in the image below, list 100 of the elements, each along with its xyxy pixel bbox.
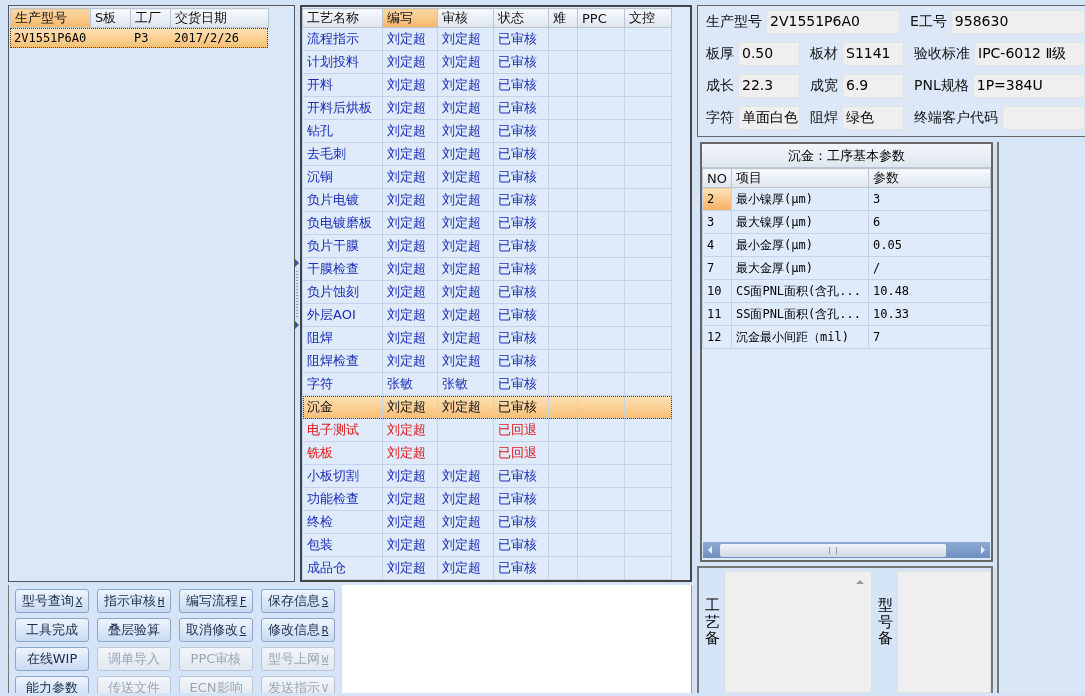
table-row[interactable]: 成品仓 刘定超 刘定超 已审核 bbox=[302, 556, 672, 580]
row-number[interactable]: 4 bbox=[702, 233, 732, 257]
table-row[interactable]: 开料 刘定超 刘定超 已审核 bbox=[302, 73, 672, 97]
input-field[interactable]: 单面白色 bbox=[738, 106, 800, 130]
field-label: 阻焊 bbox=[810, 109, 838, 127]
table-cell: 刘定超 bbox=[382, 96, 438, 120]
column-header[interactable]: 工厂 bbox=[130, 8, 171, 28]
table-cell: 刘定超 bbox=[437, 395, 494, 419]
input-field[interactable]: 22.3 bbox=[738, 74, 800, 98]
table-cell: 已回退 bbox=[493, 441, 549, 465]
table-row[interactable]: 负电镀磨板 刘定超 刘定超 已审核 bbox=[302, 211, 672, 235]
table-row[interactable]: 负片干膜 刘定超 刘定超 已审核 bbox=[302, 234, 672, 258]
table-cell: 刘定超 bbox=[437, 96, 494, 120]
column-header[interactable]: 生产型号 bbox=[10, 8, 91, 28]
table-cell: 刘定超 bbox=[437, 188, 494, 212]
table-cell: 刘定超 bbox=[382, 211, 438, 235]
table-cell: 干膜检查 bbox=[302, 257, 383, 281]
column-header[interactable]: PPC bbox=[577, 8, 625, 28]
column-header[interactable]: 难 bbox=[548, 8, 578, 28]
column-header[interactable]: 审核 bbox=[437, 8, 494, 28]
table-cell: 3 bbox=[868, 187, 991, 211]
splitter-grip-icon[interactable] bbox=[295, 258, 300, 329]
input-field[interactable]: IPC-6012 Ⅱ级 bbox=[974, 42, 1085, 66]
table-row[interactable]: 流程指示 刘定超 刘定超 已审核 bbox=[302, 27, 672, 51]
field-label: 生产型号 bbox=[706, 13, 762, 31]
column-header[interactable]: 项目 bbox=[731, 168, 869, 188]
table-row[interactable]: 去毛刺 刘定超 刘定超 已审核 bbox=[302, 142, 672, 166]
table-cell: 已审核 bbox=[493, 211, 549, 235]
input-field[interactable]: 6.9 bbox=[842, 74, 904, 98]
table-row[interactable]: 外层AOI 刘定超 刘定超 已审核 bbox=[302, 303, 672, 327]
table-cell: 已审核 bbox=[493, 303, 549, 327]
table-cell: 刘定超 bbox=[382, 326, 438, 350]
table-cell: 刘定超 bbox=[437, 119, 494, 143]
table-cell: 刘定超 bbox=[382, 73, 438, 97]
field-label: 成宽 bbox=[810, 77, 838, 95]
action-button[interactable]: 编写流程 F bbox=[179, 589, 253, 613]
column-header[interactable]: NO bbox=[702, 168, 732, 188]
remarks-field[interactable] bbox=[897, 571, 991, 693]
action-button[interactable]: 保存信息S bbox=[261, 589, 335, 613]
table-row[interactable]: 铣板 刘定超 已回退 bbox=[302, 441, 672, 465]
table-row[interactable]: 计划投料 刘定超 刘定超 已审核 bbox=[302, 50, 672, 74]
table-cell: 刘定超 bbox=[437, 27, 494, 51]
action-button[interactable]: 叠层验算 bbox=[97, 618, 171, 642]
table-cell: 已审核 bbox=[493, 50, 549, 74]
field-label: 验收标准 bbox=[914, 45, 970, 63]
input-field[interactable]: 958630 bbox=[950, 10, 1085, 34]
table-row[interactable]: 负片电镀 刘定超 刘定超 已审核 bbox=[302, 188, 672, 212]
remarks-label: 型号备 bbox=[878, 595, 893, 647]
row-number[interactable]: 2 bbox=[702, 187, 732, 211]
table-row[interactable]: 阻焊 刘定超 刘定超 已审核 bbox=[302, 326, 672, 350]
row-number[interactable]: 12 bbox=[702, 325, 732, 349]
table-cell: 刘定超 bbox=[382, 395, 438, 419]
input-field[interactable]: S1141 bbox=[842, 42, 904, 66]
column-header[interactable]: 编写 bbox=[382, 8, 438, 28]
table-cell: 刘定超 bbox=[382, 510, 438, 534]
table-row[interactable]: 包装 刘定超 刘定超 已审核 bbox=[302, 533, 672, 557]
action-button[interactable]: 在线WIP bbox=[15, 647, 89, 671]
action-button[interactable]: 工具完成 bbox=[15, 618, 89, 642]
action-button[interactable]: 指示审核 H bbox=[97, 589, 171, 613]
horizontal-scrollbar[interactable] bbox=[703, 542, 990, 558]
action-button[interactable]: 型号查询 X bbox=[15, 589, 89, 613]
row-number[interactable]: 3 bbox=[702, 210, 732, 234]
table-row[interactable]: 2V1551P6A0 P3 2017/2/26 bbox=[10, 28, 268, 48]
table-cell: 已审核 bbox=[493, 142, 549, 166]
column-header[interactable]: S板 bbox=[90, 8, 131, 28]
column-header[interactable]: 状态 bbox=[493, 8, 549, 28]
input-field[interactable]: 1P=384U bbox=[972, 74, 1085, 98]
table-cell: 刘定超 bbox=[382, 280, 438, 304]
row-number[interactable]: 10 bbox=[702, 279, 732, 303]
row-number[interactable]: 11 bbox=[702, 302, 732, 326]
action-button[interactable]: 修改信息R bbox=[261, 618, 335, 642]
table-cell: 刘定超 bbox=[437, 73, 494, 97]
table-row[interactable]: 终检 刘定超 刘定超 已审核 bbox=[302, 510, 672, 534]
row-number[interactable]: 7 bbox=[702, 256, 732, 280]
table-row[interactable]: 小板切割 刘定超 刘定超 已审核 bbox=[302, 464, 672, 488]
column-header[interactable]: 文控 bbox=[624, 8, 672, 28]
input-field[interactable]: 0.50 bbox=[738, 42, 800, 66]
table-row[interactable]: 字符 张敏 张敏 已审核 bbox=[302, 372, 672, 396]
table-row[interactable]: 电子测试 刘定超 已回退 bbox=[302, 418, 672, 442]
table-row[interactable]: 沉铜 刘定超 刘定超 已审核 bbox=[302, 165, 672, 189]
table-cell: 已审核 bbox=[493, 349, 549, 373]
input-field[interactable]: 绿色 bbox=[842, 106, 904, 130]
table-row[interactable]: 沉金 刘定超 刘定超 已审核 bbox=[302, 395, 672, 419]
remarks-field[interactable] bbox=[724, 571, 872, 693]
table-row[interactable]: 干膜检查 刘定超 刘定超 已审核 bbox=[302, 257, 672, 281]
table-cell: / bbox=[868, 256, 991, 280]
table-cell: 沉铜 bbox=[302, 165, 383, 189]
column-header[interactable]: 工艺名称 bbox=[302, 8, 383, 28]
table-row[interactable]: 开料后烘板 刘定超 刘定超 已审核 bbox=[302, 96, 672, 120]
action-button[interactable]: 取消修改 C bbox=[179, 618, 253, 642]
table-cell: 已审核 bbox=[493, 73, 549, 97]
table-row[interactable]: 阻焊检查 刘定超 刘定超 已审核 bbox=[302, 349, 672, 373]
table-cell: 已审核 bbox=[493, 487, 549, 511]
table-row[interactable]: 功能检查 刘定超 刘定超 已审核 bbox=[302, 487, 672, 511]
table-row[interactable]: 负片蚀刻 刘定超 刘定超 已审核 bbox=[302, 280, 672, 304]
table-row[interactable]: 钻孔 刘定超 刘定超 已审核 bbox=[302, 119, 672, 143]
input-field[interactable]: 2V1551P6A0 bbox=[766, 10, 900, 34]
column-header[interactable]: 参数 bbox=[868, 168, 991, 188]
column-header[interactable]: 交货日期 bbox=[170, 8, 269, 28]
scroll-up-icon[interactable] bbox=[856, 580, 864, 584]
